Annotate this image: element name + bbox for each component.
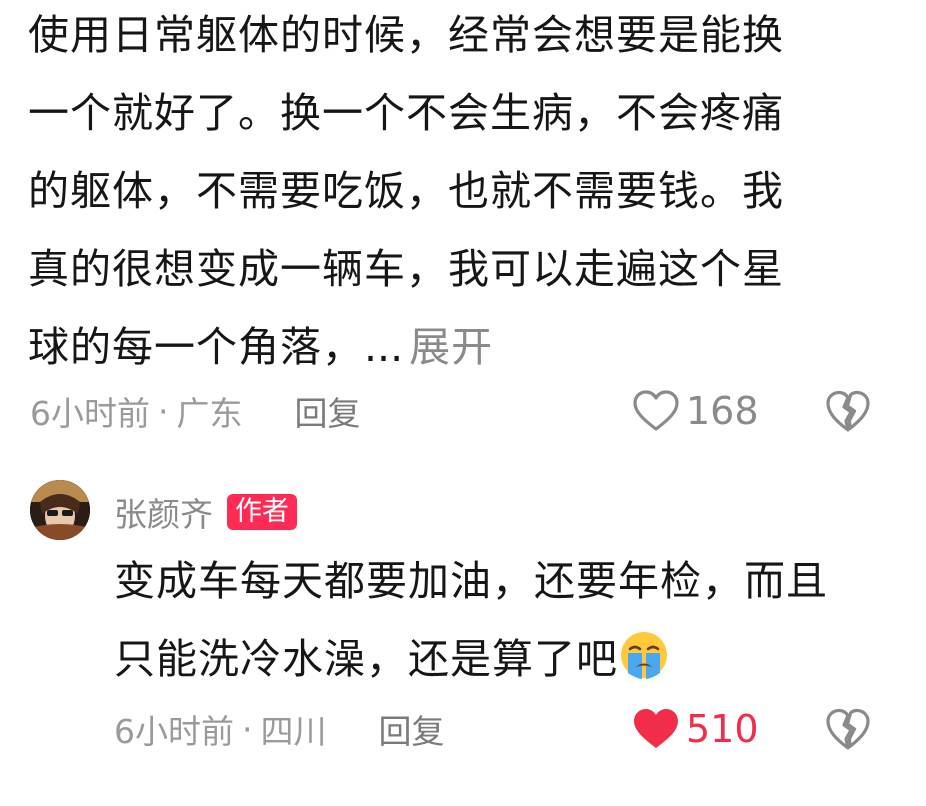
like-count: 168 (686, 389, 759, 433)
heart-filled-icon (634, 709, 678, 748)
author-row: 张颜齐 作者 (114, 490, 297, 534)
like-count: 510 (686, 707, 759, 751)
comment-line-last: 只能洗冷水澡，还是算了吧 (114, 620, 904, 698)
comment-location: 四川 (260, 712, 327, 751)
comment-line: 真的很想变成一辆车，我可以走遍这个星 (28, 245, 784, 293)
avatar-image (30, 480, 90, 540)
reply-button[interactable]: 回复 (295, 387, 361, 435)
comment-meta: 6小时前 · 四川 回复 (114, 704, 445, 754)
author-badge: 作者 (227, 494, 297, 530)
author-name[interactable]: 张颜齐 (114, 488, 213, 536)
comment-time: 6小时前 (114, 712, 234, 751)
reply-button[interactable]: 回复 (379, 705, 445, 753)
comment-line-text: 只能洗冷水澡，还是算了吧 (114, 635, 618, 683)
like-button[interactable]: 510 (632, 704, 759, 754)
comment-meta: 6小时前 · 广东 回复 (30, 386, 361, 436)
comment-location: 广东 (176, 394, 243, 433)
comment-time: 6小时前 (30, 394, 150, 433)
dislike-broken-heart-icon[interactable] (824, 706, 872, 754)
truncation-ellipsis: ... (364, 323, 404, 371)
author-avatar[interactable] (30, 480, 90, 540)
like-button[interactable]: 168 (632, 386, 759, 436)
comment-line: 使用日常躯体的时候，经常会想要是能换 (28, 11, 784, 59)
comment-line: 变成车每天都要加油，还要年检，而且 (114, 557, 828, 605)
comment-text: 使用日常躯体的时候，经常会想要是能换 一个就好了。换一个不会生病，不会疼痛 的躯… (28, 0, 908, 386)
dislike-broken-heart-icon[interactable] (824, 388, 872, 436)
reply-text: 变成车每天都要加油，还要年检，而且 只能洗冷水澡，还是算了吧 (114, 542, 904, 698)
heart-outline-icon (633, 390, 679, 431)
loudly-crying-face-icon (621, 632, 667, 679)
comment-line: 一个就好了。换一个不会生病，不会疼痛 (28, 89, 784, 137)
meta-separator: · (242, 709, 253, 749)
comment-line-text: 球的每一个角落， (28, 323, 364, 371)
comment-line-last: 球的每一个角落，... 展开 (28, 308, 908, 386)
comment-line: 的躯体，不需要吃饭，也就不需要钱。我 (28, 167, 784, 215)
meta-separator: · (158, 391, 169, 431)
expand-link[interactable]: 展开 (409, 323, 493, 371)
